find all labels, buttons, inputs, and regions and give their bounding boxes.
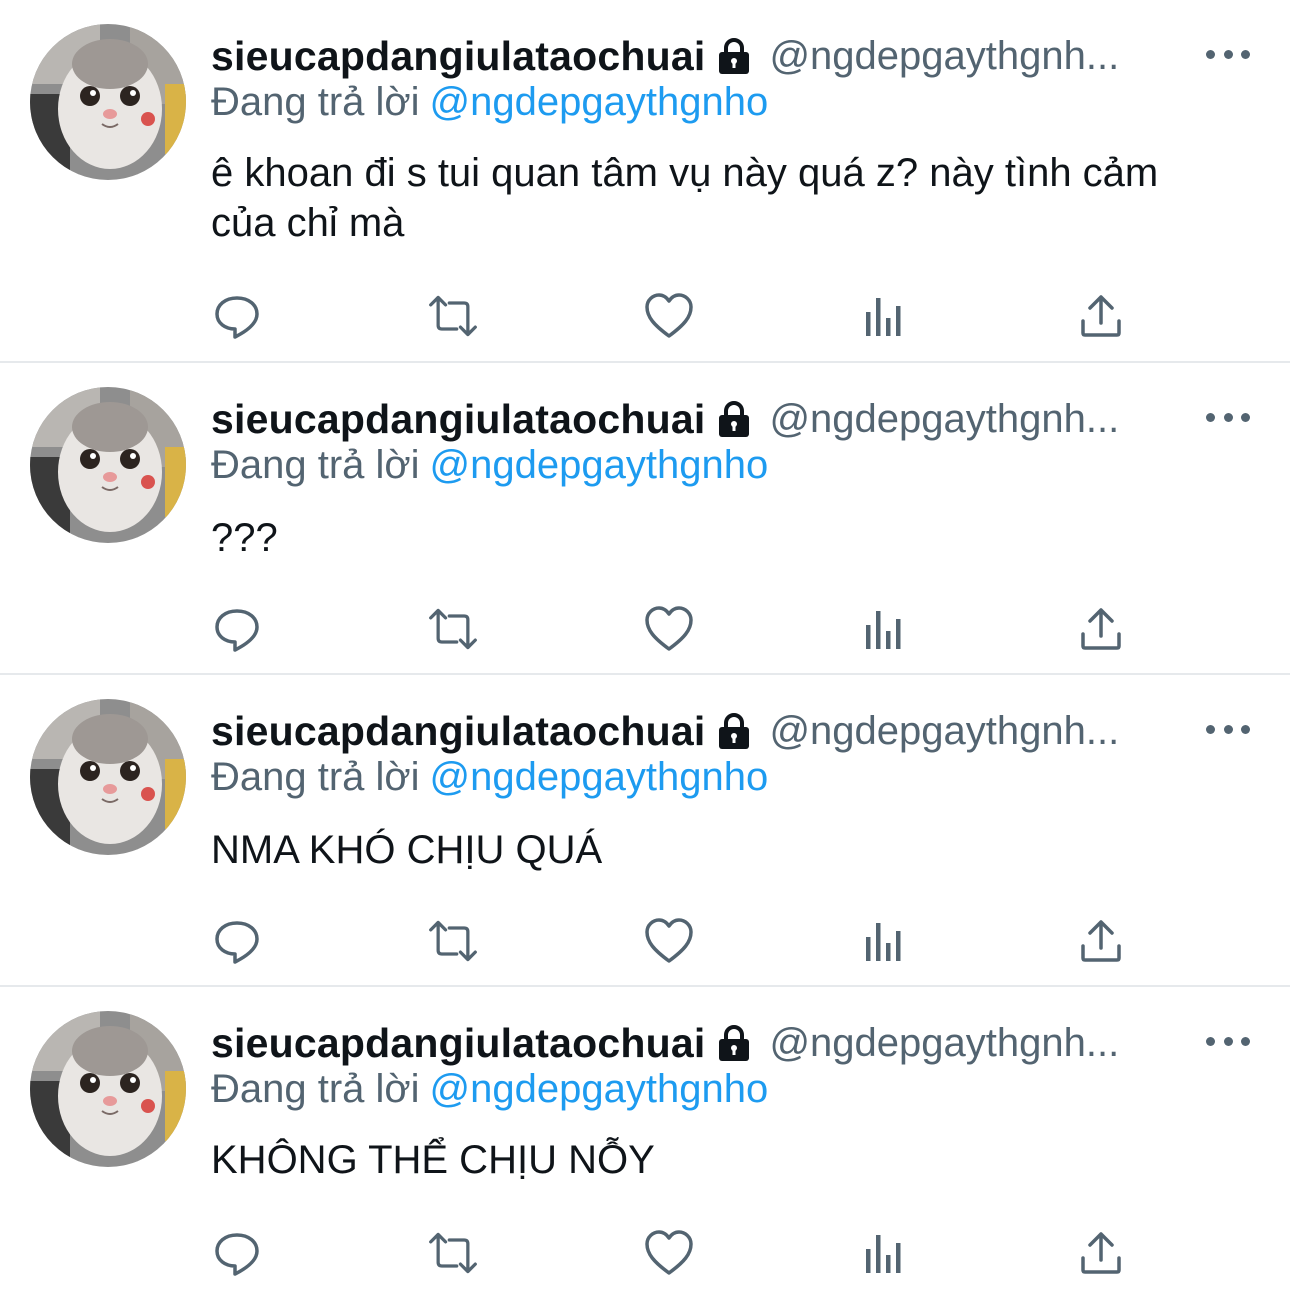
retweet-button[interactable] bbox=[427, 1227, 479, 1279]
reply-button[interactable] bbox=[211, 915, 263, 967]
display-name[interactable]: sieucapdangiulataochuai bbox=[211, 33, 705, 80]
reply-button[interactable] bbox=[211, 603, 263, 655]
avatar[interactable] bbox=[30, 24, 186, 180]
reply-icon bbox=[215, 921, 259, 964]
replying-to: Đang trả lời @ngdepgaythgnho bbox=[211, 80, 768, 125]
replying-to: Đang trả lời @ngdepgaythgnho bbox=[211, 755, 768, 800]
reply-button[interactable] bbox=[211, 1227, 263, 1279]
retweet-icon bbox=[429, 920, 477, 962]
lock-icon bbox=[719, 1025, 750, 1061]
tweet-text: KHÔNG THỂ CHỊU NỖY bbox=[211, 1138, 655, 1182]
replying-to: Đang trả lời @ngdepgaythgnho bbox=[211, 443, 768, 488]
lock-icon bbox=[719, 713, 750, 749]
reply-button[interactable] bbox=[211, 290, 263, 342]
more-options-icon[interactable] bbox=[1206, 397, 1250, 437]
handle[interactable]: @ngdepgaythgnh... bbox=[769, 1021, 1119, 1066]
cat-avatar-image bbox=[30, 1011, 186, 1167]
analytics-icon bbox=[866, 1235, 901, 1273]
tweet-header: sieucapdangiulataochuai @ngdepgaythgnh..… bbox=[211, 1017, 1250, 1069]
replying-label: Đang trả lời bbox=[211, 80, 420, 124]
like-button[interactable] bbox=[643, 915, 695, 967]
replying-label: Đang trả lời bbox=[211, 443, 420, 487]
lock-icon bbox=[719, 401, 750, 437]
like-icon bbox=[645, 606, 693, 651]
share-button[interactable] bbox=[1075, 915, 1127, 967]
tweet[interactable]: sieucapdangiulataochuai @ngdepgaythgnh..… bbox=[0, 675, 1290, 987]
action-bar bbox=[211, 918, 1131, 987]
tweet-text: NMA KHÓ CHỊU QUÁ bbox=[211, 828, 603, 872]
action-bar bbox=[211, 606, 1131, 675]
share-icon bbox=[1081, 1232, 1121, 1274]
like-button[interactable] bbox=[643, 603, 695, 655]
cat-avatar-image bbox=[30, 24, 186, 180]
handle[interactable]: @ngdepgaythgnh... bbox=[769, 709, 1119, 754]
analytics-button[interactable] bbox=[859, 290, 911, 342]
retweet-button[interactable] bbox=[427, 915, 479, 967]
share-icon bbox=[1081, 920, 1121, 962]
replying-label: Đang trả lời bbox=[211, 755, 420, 799]
tweet-header: sieucapdangiulataochuai @ngdepgaythgnh..… bbox=[211, 393, 1250, 445]
avatar[interactable] bbox=[30, 699, 186, 855]
like-icon bbox=[645, 1230, 693, 1275]
retweet-icon bbox=[429, 608, 477, 650]
tweet-header: sieucapdangiulataochuai @ngdepgaythgnh..… bbox=[211, 705, 1250, 757]
reply-icon bbox=[215, 609, 259, 652]
display-name[interactable]: sieucapdangiulataochuai bbox=[211, 396, 705, 443]
replying-to: Đang trả lời @ngdepgaythgnho bbox=[211, 1067, 768, 1112]
analytics-icon bbox=[866, 611, 901, 649]
share-button[interactable] bbox=[1075, 603, 1127, 655]
replying-label: Đang trả lời bbox=[211, 1067, 420, 1111]
mention-link[interactable]: @ngdepgaythgnho bbox=[430, 755, 769, 799]
analytics-icon bbox=[866, 923, 901, 961]
handle[interactable]: @ngdepgaythgnh... bbox=[769, 397, 1119, 442]
analytics-button[interactable] bbox=[859, 915, 911, 967]
display-name[interactable]: sieucapdangiulataochuai bbox=[211, 708, 705, 755]
analytics-button[interactable] bbox=[859, 1227, 911, 1279]
retweet-button[interactable] bbox=[427, 290, 479, 342]
retweet-button[interactable] bbox=[427, 603, 479, 655]
action-bar bbox=[211, 293, 1131, 362]
like-button[interactable] bbox=[643, 1227, 695, 1279]
tweet[interactable]: sieucapdangiulataochuai @ngdepgaythgnh..… bbox=[0, 363, 1290, 675]
avatar[interactable] bbox=[30, 387, 186, 543]
display-name[interactable]: sieucapdangiulataochuai bbox=[211, 1020, 705, 1067]
like-icon bbox=[645, 918, 693, 963]
retweet-icon bbox=[429, 295, 477, 337]
lock-icon bbox=[719, 38, 750, 74]
avatar[interactable] bbox=[30, 1011, 186, 1167]
share-button[interactable] bbox=[1075, 290, 1127, 342]
mention-link[interactable]: @ngdepgaythgnho bbox=[430, 80, 769, 124]
share-button[interactable] bbox=[1075, 1227, 1127, 1279]
more-options-icon[interactable] bbox=[1206, 1021, 1250, 1061]
tweet-text: ê khoan đi s tui quan tâm vụ này quá z? … bbox=[211, 151, 1159, 245]
tweet[interactable]: sieucapdangiulataochuai @ngdepgaythgnh..… bbox=[0, 987, 1290, 1295]
retweet-icon bbox=[429, 1232, 477, 1274]
more-options-icon[interactable] bbox=[1206, 709, 1250, 749]
tweet-text: ??? bbox=[211, 516, 278, 560]
tweet[interactable]: sieucapdangiulataochuai @ngdepgaythgnh..… bbox=[0, 0, 1290, 363]
analytics-button[interactable] bbox=[859, 603, 911, 655]
handle[interactable]: @ngdepgaythgnh... bbox=[769, 34, 1119, 79]
reply-icon bbox=[215, 1233, 259, 1276]
reply-icon bbox=[215, 296, 259, 339]
tweet-header: sieucapdangiulataochuai @ngdepgaythgnh..… bbox=[211, 30, 1250, 82]
like-button[interactable] bbox=[643, 290, 695, 342]
mention-link[interactable]: @ngdepgaythgnho bbox=[430, 1067, 769, 1111]
action-bar bbox=[211, 1230, 1131, 1299]
like-icon bbox=[645, 293, 693, 338]
share-icon bbox=[1081, 608, 1121, 650]
share-icon bbox=[1081, 295, 1121, 337]
mention-link[interactable]: @ngdepgaythgnho bbox=[430, 443, 769, 487]
more-options-icon[interactable] bbox=[1206, 34, 1250, 74]
cat-avatar-image bbox=[30, 699, 186, 855]
analytics-icon bbox=[866, 298, 901, 336]
cat-avatar-image bbox=[30, 387, 186, 543]
